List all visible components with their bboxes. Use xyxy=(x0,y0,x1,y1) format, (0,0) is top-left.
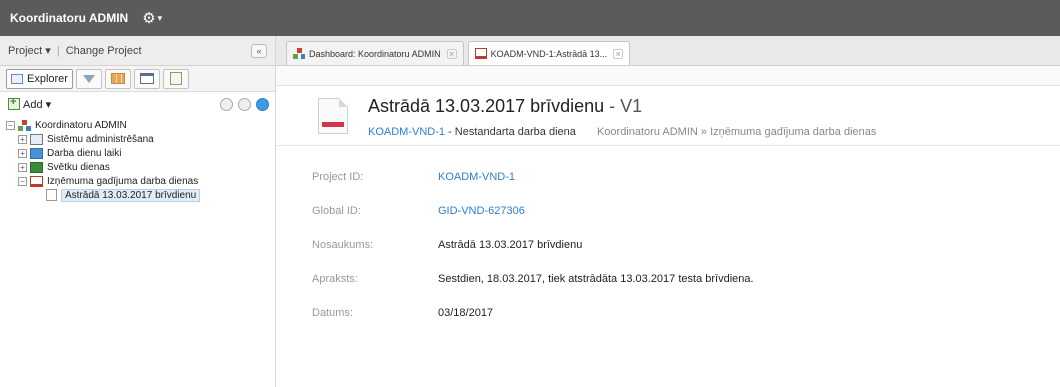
settings-icon[interactable] xyxy=(220,97,233,111)
tree-node-root[interactable]: − Koordinatoru ADMIN xyxy=(6,118,275,132)
project-id-link[interactable]: KOADM-VND-1 xyxy=(438,171,515,183)
main-panel: Dashboard: Koordinatoru ADMIN × KOADM-VN… xyxy=(276,36,1060,387)
add-button[interactable]: Add ▾ xyxy=(8,96,52,111)
description-value: Sestdien, 18.03.2017, tiek atstrādāta 13… xyxy=(438,273,754,285)
workitem-id-link[interactable]: KOADM-VND-1 xyxy=(368,126,445,138)
workitem-type-icon xyxy=(318,98,348,134)
field-label: Datums: xyxy=(312,307,353,319)
add-bar: Add ▾ xyxy=(0,92,275,116)
gear-icon: ⚙ xyxy=(142,10,156,27)
tab-download[interactable] xyxy=(162,68,189,89)
tree-node-system-admin[interactable]: + Sistēmu administrēšana xyxy=(6,132,275,146)
expand-icon[interactable]: + xyxy=(18,162,27,172)
collapse-icon[interactable]: − xyxy=(18,176,27,186)
workitem-version: - V1 xyxy=(604,96,643,116)
folder-blue-icon xyxy=(30,147,43,159)
tree-node-label: Sistēmu administrēšana xyxy=(47,133,154,145)
field-row-global-id: Global ID: GID-VND-627306 xyxy=(276,194,1060,228)
tree-node-label: Koordinatoru ADMIN xyxy=(35,119,127,131)
tab-filter[interactable] xyxy=(75,68,102,89)
workitem-header: Astrādā 13.03.2017 brīvdienu - V1 KOADM-… xyxy=(276,86,1060,146)
workitem-icon xyxy=(474,48,487,59)
folder-red-icon xyxy=(30,175,43,187)
field-row-project-id: Project ID: KOADM-VND-1 xyxy=(276,160,1060,194)
workitem-title-text: Astrādā 13.03.2017 brīvdienu xyxy=(368,96,605,116)
close-icon[interactable]: × xyxy=(446,48,457,59)
chevron-down-icon: ▾ xyxy=(157,12,163,23)
refresh-icon[interactable] xyxy=(238,97,251,111)
workitem-fields: Project ID: KOADM-VND-1 Global ID: GID-V… xyxy=(276,146,1060,330)
tab-workitem[interactable]: KOADM-VND-1:Astrādā 13... × xyxy=(467,41,631,65)
title-value: Astrādā 13.03.2017 brīvdienu xyxy=(438,239,583,251)
editor-tabs: Dashboard: Koordinatoru ADMIN × KOADM-VN… xyxy=(276,36,1060,66)
project-tree: − Koordinatoru ADMIN + Sistēmu administr… xyxy=(0,116,275,202)
org-icon xyxy=(293,48,305,59)
tree-node-label: Darba dienu laiki xyxy=(47,147,122,159)
close-icon[interactable]: × xyxy=(613,48,624,59)
field-label: Global ID: xyxy=(312,205,361,217)
collapse-icon[interactable]: − xyxy=(6,120,15,130)
tab-dashboard[interactable]: Dashboard: Koordinatoru ADMIN × xyxy=(286,41,464,65)
breadcrumb[interactable]: Koordinatoru ADMIN » Izņēmuma gadījuma d… xyxy=(597,126,876,138)
folder-green-icon xyxy=(30,161,43,173)
table-icon xyxy=(110,73,125,84)
add-icon xyxy=(8,96,20,110)
window-icon xyxy=(139,73,154,84)
expand-icon[interactable]: + xyxy=(18,148,27,158)
tab-explorer-label: Explorer xyxy=(27,72,68,85)
field-label: Apraksts: xyxy=(312,273,358,285)
field-label: Project ID: xyxy=(312,171,364,183)
project-bar: Project ▾ | Change Project « xyxy=(0,36,275,66)
explorer-icon xyxy=(11,73,23,84)
app-title[interactable]: Koordinatoru ADMIN xyxy=(10,11,128,25)
field-row-title: Nosaukums: Astrādā 13.03.2017 brīvdienu xyxy=(276,228,1060,262)
tree-node-workitem[interactable]: Astrādā 13.03.2017 brīvdienu xyxy=(6,188,275,202)
tab-explorer[interactable]: Explorer xyxy=(6,68,73,89)
org-icon xyxy=(18,119,31,131)
add-label: Add ▾ xyxy=(23,98,52,111)
left-panel: Project ▾ | Change Project « Explorer Ad… xyxy=(0,36,276,387)
system-icon xyxy=(30,133,43,145)
document-icon xyxy=(46,189,57,201)
tab-label: KOADM-VND-1:Astrādā 13... xyxy=(490,48,608,59)
separator: - xyxy=(445,126,455,138)
workitem-type: Nestandarta darba diena xyxy=(454,126,576,138)
tree-node-label: Svētku dienas xyxy=(47,161,110,173)
field-label: Nosaukums: xyxy=(312,239,374,251)
tab-window[interactable] xyxy=(133,68,160,89)
tree-tools xyxy=(220,97,269,111)
help-icon[interactable] xyxy=(256,97,269,111)
field-row-date: Datums: 03/18/2017 xyxy=(276,296,1060,330)
tree-node-work-hours[interactable]: + Darba dienu laiki xyxy=(6,146,275,160)
download-icon xyxy=(169,72,182,85)
toolbar xyxy=(276,66,1060,86)
workitem-title: Astrādā 13.03.2017 brīvdienu - V1 xyxy=(368,96,642,117)
tab-table[interactable] xyxy=(104,68,131,89)
settings-menu[interactable]: ⚙ ▾ xyxy=(142,9,162,27)
change-project-button[interactable]: Change Project xyxy=(66,45,142,57)
tree-node-holidays[interactable]: + Svētku dienas xyxy=(6,160,275,174)
tree-node-label: Astrādā 13.03.2017 brīvdienu xyxy=(61,188,201,202)
view-tabs: Explorer xyxy=(0,66,275,92)
expand-icon[interactable]: + xyxy=(18,134,27,144)
collapse-panel-button[interactable]: « xyxy=(251,43,267,58)
tree-node-label: Izņēmuma gadījuma darba dienas xyxy=(47,175,199,187)
workitem-subtitle: KOADM-VND-1 - Nestandarta darba diena Ko… xyxy=(368,126,876,138)
separator: | xyxy=(56,44,60,57)
top-bar: Koordinatoru ADMIN ⚙ ▾ xyxy=(0,0,1060,36)
global-id-link[interactable]: GID-VND-627306 xyxy=(438,205,525,217)
filter-icon xyxy=(82,74,95,83)
date-value: 03/18/2017 xyxy=(438,307,494,319)
tab-label: Dashboard: Koordinatoru ADMIN xyxy=(309,48,441,59)
tree-node-exception-days[interactable]: − Izņēmuma gadījuma darba dienas xyxy=(6,174,275,188)
field-row-description: Apraksts: Sestdien, 18.03.2017, tiek ats… xyxy=(276,262,1060,296)
project-menu-button[interactable]: Project ▾ xyxy=(8,44,51,57)
